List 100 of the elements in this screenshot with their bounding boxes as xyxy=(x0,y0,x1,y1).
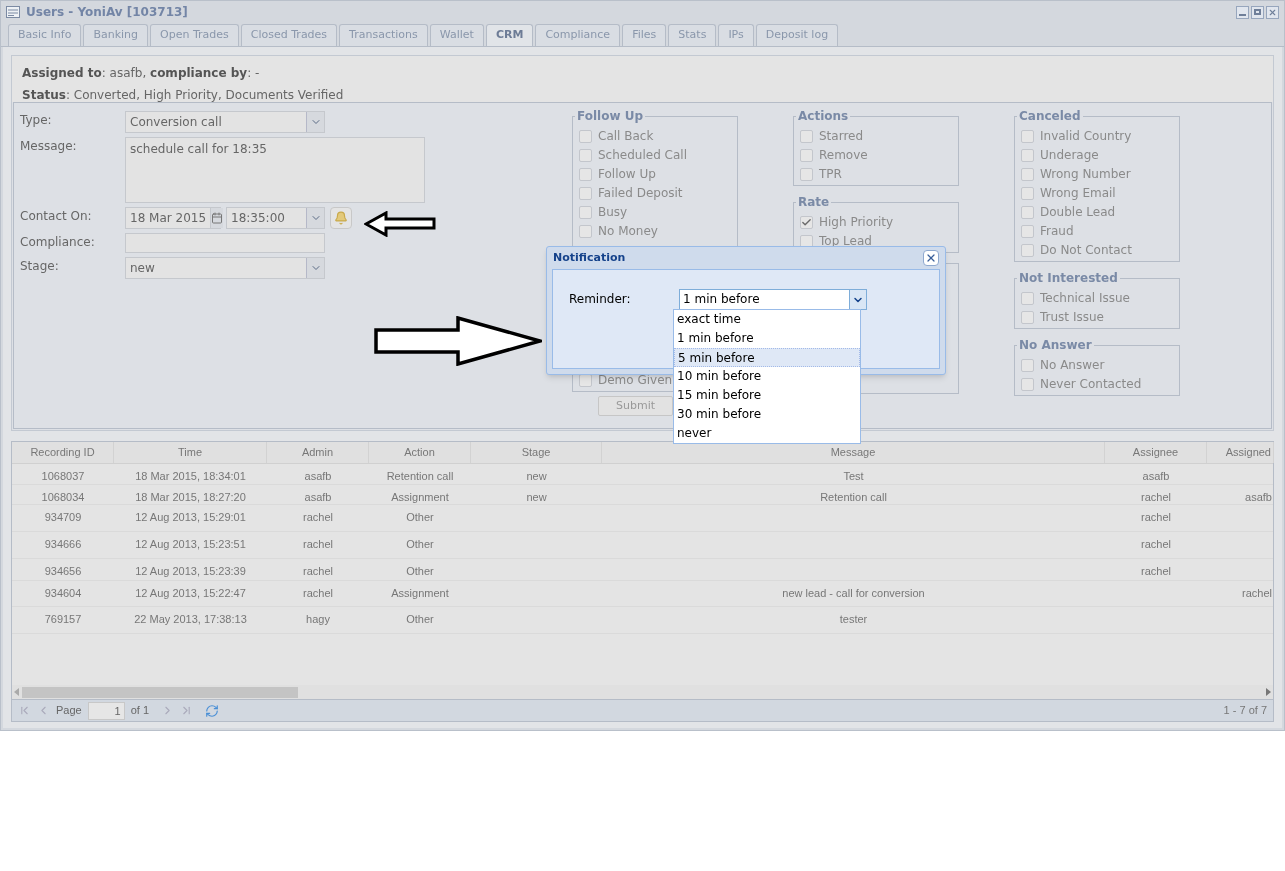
checkbox[interactable] xyxy=(1021,358,1034,372)
table-cell: rachel xyxy=(303,565,333,577)
tab[interactable]: Transactions xyxy=(339,24,428,46)
tab[interactable]: Open Trades xyxy=(150,24,239,46)
checkbox[interactable] xyxy=(579,129,592,143)
option-item[interactable]: 5 min before xyxy=(674,348,860,367)
page-field[interactable]: 1 xyxy=(87,701,125,720)
tab[interactable]: Wallet xyxy=(429,24,484,46)
calendar-icon[interactable] xyxy=(211,212,224,224)
option-item[interactable]: never xyxy=(674,424,860,443)
notification-button[interactable] xyxy=(330,207,352,229)
checkbox[interactable] xyxy=(800,129,813,143)
table-row[interactable]: 934604 12 Aug 2013, 15:22:47 rachel Assignment new lead - call for conversion rachel xyxy=(12,581,1273,607)
table-cell: Other xyxy=(406,565,434,577)
combo-field[interactable]: new xyxy=(125,257,325,279)
close-button[interactable] xyxy=(1266,5,1279,19)
checkbox[interactable] xyxy=(1021,291,1034,305)
table-row[interactable]: 934656 12 Aug 2013, 15:23:39 rachel Other rachel xyxy=(12,559,1273,581)
horizontal-scrollbar[interactable] xyxy=(12,685,1273,699)
option-item[interactable]: 15 min before xyxy=(674,386,860,405)
submit-button[interactable]: Submit xyxy=(598,396,673,416)
reminder-combo[interactable]: 1 min before xyxy=(679,289,867,310)
table-cell: 18 Mar 2015, 18:27:20 xyxy=(135,491,246,503)
scroll-right-icon[interactable] xyxy=(1266,688,1271,696)
table-cell: rachel xyxy=(1141,538,1171,550)
tab[interactable]: Basic Info xyxy=(8,24,82,46)
window-icon xyxy=(6,6,20,18)
checkbox[interactable] xyxy=(1021,148,1034,162)
tab[interactable]: Banking xyxy=(83,24,149,46)
page-count: of 1 xyxy=(130,703,150,719)
checkbox[interactable] xyxy=(1021,167,1034,181)
column-header[interactable]: Assignee xyxy=(1105,442,1207,463)
checkbox[interactable] xyxy=(579,186,592,200)
checkbox[interactable] xyxy=(1021,243,1034,257)
checkbox-label: Fraud xyxy=(1040,223,1074,240)
checkbox[interactable] xyxy=(1021,186,1034,200)
field-label: Message: xyxy=(20,138,78,155)
tab[interactable]: IPs xyxy=(718,24,754,46)
time-field[interactable]: 18:35:00 xyxy=(226,207,325,229)
tab[interactable]: Deposit log xyxy=(755,24,839,46)
checkbox[interactable] xyxy=(579,167,592,181)
arrow-annotation xyxy=(364,211,436,237)
option-item[interactable]: 30 min before xyxy=(674,405,860,424)
compliance-field[interactable] xyxy=(125,233,325,253)
group-title: No Answer xyxy=(1018,339,1093,352)
checkbox[interactable] xyxy=(1021,129,1034,143)
checkbox-label: Busy xyxy=(598,204,628,221)
checkbox[interactable] xyxy=(1021,224,1034,238)
table-cell: asafb xyxy=(304,491,332,503)
refresh-icon[interactable] xyxy=(205,703,220,718)
table-cell: rachel xyxy=(303,538,333,550)
table-row[interactable]: 934709 12 Aug 2013, 15:29:01 rachel Other rachel xyxy=(12,505,1273,532)
scroll-left-icon[interactable] xyxy=(14,688,19,696)
column-header[interactable]: Time xyxy=(114,442,267,463)
tab[interactable]: Files xyxy=(622,24,667,46)
option-item[interactable]: exact time xyxy=(674,310,860,329)
tab[interactable]: Closed Trades xyxy=(240,24,338,46)
table-cell: 1068034 xyxy=(41,491,85,503)
column-header[interactable]: Assigned xyxy=(1207,442,1274,463)
table-cell: 934604 xyxy=(44,587,82,599)
dialog-title: Notification xyxy=(553,249,627,266)
table-cell: rachel xyxy=(1141,565,1171,577)
combo-field[interactable]: Conversion call xyxy=(125,111,325,133)
tab[interactable]: CRM xyxy=(485,24,534,46)
checkbox[interactable] xyxy=(1021,377,1034,391)
maximize-button[interactable] xyxy=(1251,5,1264,19)
checkbox[interactable] xyxy=(1021,310,1034,324)
close-button[interactable] xyxy=(923,250,939,266)
option-item[interactable]: 10 min before xyxy=(674,367,860,386)
checkbox[interactable] xyxy=(1021,205,1034,219)
table-row[interactable]: 934666 12 Aug 2013, 15:23:51 rachel Other rachel xyxy=(12,532,1273,559)
option-item[interactable]: 1 min before xyxy=(674,329,860,348)
table-cell: Assignment xyxy=(391,491,449,503)
table-cell: asafb xyxy=(1245,491,1272,503)
message-field[interactable]: schedule call for 18:35 xyxy=(125,137,425,203)
checkbox[interactable] xyxy=(800,148,813,162)
checkbox[interactable] xyxy=(579,148,592,162)
checkbox-label: Trust Issue xyxy=(1040,309,1104,326)
table-cell: 934666 xyxy=(44,538,82,550)
date-field[interactable]: 18 Mar 2015 xyxy=(125,207,221,229)
table-cell: tester xyxy=(839,613,868,625)
tab[interactable]: Stats xyxy=(668,24,717,46)
checkbox[interactable] xyxy=(579,224,592,238)
column-header[interactable]: Recording ID xyxy=(12,442,114,463)
minimize-button[interactable] xyxy=(1236,5,1249,19)
checkbox[interactable] xyxy=(800,215,813,229)
column-header[interactable]: Stage xyxy=(471,442,602,463)
first-page-icon[interactable] xyxy=(18,704,31,717)
column-header[interactable]: Action xyxy=(369,442,471,463)
column-header[interactable]: Admin xyxy=(267,442,369,463)
close-icon xyxy=(925,252,937,264)
table-row[interactable]: 769157 22 May 2013, 17:38:13 hagy Other tester xyxy=(12,607,1273,634)
table-cell: new lead - call for conversion xyxy=(782,587,925,599)
checkbox[interactable] xyxy=(800,167,813,181)
checkbox[interactable] xyxy=(579,205,592,219)
tab[interactable]: Compliance xyxy=(535,24,621,46)
checkbox-label: Remove xyxy=(819,147,868,164)
table-cell: 18 Mar 2015, 18:34:01 xyxy=(135,470,246,482)
table-row[interactable]: 1068034 18 Mar 2015, 18:27:20 asafb Assignment new Retention call rachel asafb xyxy=(12,485,1273,505)
table-row[interactable]: 1068037 18 Mar 2015, 18:34:01 asafb Retention call new Test asafb xyxy=(12,464,1273,485)
